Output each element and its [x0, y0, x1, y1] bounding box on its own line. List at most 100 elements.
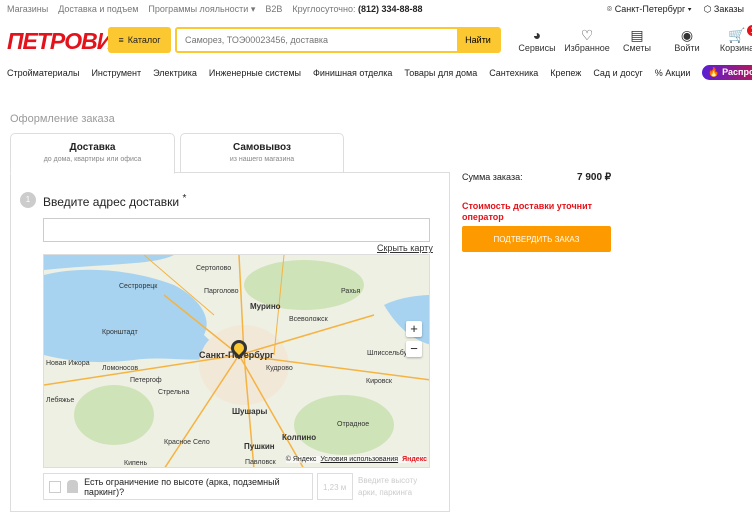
zoom-in-button[interactable]: + [406, 321, 422, 337]
map-label: Отрадное [337, 421, 370, 428]
map-label: Пушкин [244, 442, 275, 451]
map-labels: Сестрорецк Сертолово Парголово Мурино Вс… [44, 255, 429, 467]
arch-icon [66, 480, 79, 493]
height-input[interactable]: 1,23 м [317, 473, 353, 500]
search-button[interactable]: Найти [457, 29, 499, 51]
document-icon: ▤ [630, 27, 644, 43]
map-label: Кипень [124, 460, 148, 467]
map-label: Новая Ижора [46, 360, 90, 367]
step-title: Введите адрес доставки * [43, 193, 186, 209]
nav-item[interactable]: Сантехника [489, 68, 538, 78]
map-label: Павловск [245, 459, 276, 466]
height-hint: Введите высоту арки, паркинга [358, 476, 418, 497]
map-label: Петергоф [130, 377, 162, 384]
nav-item[interactable]: Сад и досуг [593, 68, 642, 78]
phone-label: Круглосуточно: [292, 4, 356, 14]
nav-item[interactable]: Крепеж [550, 68, 581, 78]
favorites-button[interactable]: ♡ Избранное [562, 27, 612, 53]
order-sum-label: Сумма заказа: [462, 172, 523, 182]
search-input[interactable] [177, 29, 457, 51]
map-label: Сертолово [196, 265, 232, 272]
nav-item[interactable]: Финишная отделка [313, 68, 392, 78]
height-limit-checkbox[interactable] [49, 480, 61, 493]
map-label: Кудрово [266, 365, 293, 372]
estimates-button[interactable]: ▤ Сметы [612, 27, 662, 53]
map-label: Лебяжье [46, 397, 75, 404]
map-label: Красное Село [164, 439, 210, 446]
link-stores[interactable]: Магазины [7, 4, 48, 15]
search-bar: Найти [175, 27, 501, 53]
favorites-label: Избранное [564, 43, 610, 53]
map-label: Сестрорецк [119, 283, 158, 290]
yandex-logo[interactable]: Яндекс [402, 456, 427, 463]
delivery-cost-warning: Стоимость доставки уточнит оператор [462, 201, 593, 222]
city-selector[interactable]: ⌾ Санкт-Петербург ▾ [607, 4, 692, 15]
map[interactable]: Сестрорецк Сертолово Парголово Мурино Вс… [43, 254, 430, 468]
nav-item[interactable]: Инструмент [91, 68, 141, 78]
address-input[interactable] [43, 218, 430, 242]
phone-number[interactable]: (812) 334-88-88 [358, 4, 423, 14]
cart-icon: 🛒 [728, 27, 746, 43]
orders-link[interactable]: ⬡ Заказы [704, 4, 744, 15]
services-label: Сервисы [518, 43, 556, 53]
nav-item[interactable]: Электрика [153, 68, 197, 78]
nav-item[interactable]: Товары для дома [404, 68, 477, 78]
map-label: Кировск [366, 378, 392, 385]
tab-label: Доставка [69, 142, 116, 153]
link-delivery[interactable]: Доставка и подъем [58, 4, 138, 15]
cart-badge: 1 [747, 25, 752, 36]
map-terms-link[interactable]: Условия использования [320, 456, 398, 463]
services-button[interactable]: ◕ Сервисы [512, 27, 562, 53]
map-attribution: © Яндекс Условия использования Яндекс [285, 456, 427, 463]
page-title: Оформление заказа [10, 113, 115, 125]
top-links: Магазины Доставка и подъем Программы лоя… [7, 4, 423, 15]
globe-icon: ◕ [532, 27, 542, 43]
sale-button[interactable]: 🔥 Распродажа [702, 65, 752, 80]
nav-item[interactable]: Инженерные системы [209, 68, 301, 78]
order-sum-value: 7 900 ₽ [577, 172, 612, 183]
zoom-out-button[interactable]: − [406, 341, 422, 357]
menu-icon: ≡ [118, 35, 124, 45]
height-limit-option[interactable]: Есть ограничение по высоте (арка, подзем… [43, 473, 313, 500]
catalog-label: Каталог [127, 35, 161, 45]
step-number: 1 [20, 192, 36, 208]
tab-label: Самовывоз [233, 142, 291, 153]
tab-pickup[interactable]: Самовывоз из нашего магазина [180, 133, 344, 173]
tab-delivery[interactable]: Доставка до дома, квартиры или офиса [10, 133, 175, 174]
orders-label: Заказы [713, 4, 744, 14]
map-label: Ломоносов [102, 365, 139, 372]
heart-icon: ♡ [580, 27, 594, 43]
cart-label: Корзина [719, 43, 752, 53]
map-label: Кронштадт [102, 329, 138, 336]
city-label: Санкт-Петербург ▾ [614, 4, 692, 14]
nav-item[interactable]: Стройматериалы [7, 68, 79, 78]
category-nav: Стройматериалы Инструмент Электрика Инже… [7, 65, 752, 80]
map-copyright: © Яндекс [285, 456, 317, 463]
map-label: Парголово [204, 288, 239, 295]
map-label: Стрельна [158, 389, 190, 396]
catalog-button[interactable]: ≡ Каталог [108, 27, 171, 53]
map-label: Мурино [250, 302, 281, 311]
cart-button[interactable]: 🛒Корзина 1 [712, 25, 752, 53]
required-mark: * [182, 193, 187, 204]
user-icon: ◉ [680, 27, 694, 43]
step-title-text: Введите адрес доставки [43, 195, 180, 209]
hide-map-link[interactable]: Скрыть карту [377, 243, 433, 253]
nav-item-promo[interactable]: % Акции [655, 68, 691, 78]
map-label: Рахья [341, 288, 361, 295]
tab-sub: до дома, квартиры или офиса [43, 156, 142, 163]
tab-sub: из нашего магазина [229, 156, 295, 163]
link-b2b[interactable]: B2B [265, 4, 282, 15]
header-icons: ◕ Сервисы ♡ Избранное ▤ Сметы ◉ Войти 🛒 Корзи… [512, 25, 752, 53]
map-label: Шушары [232, 407, 268, 416]
estimates-label: Сметы [623, 43, 651, 53]
map-label: Колпино [282, 433, 317, 442]
height-question: Есть ограничение по высоте (арка, подзем… [84, 476, 280, 497]
top-right: ⌾ Санкт-Петербург ▾ ⬡ Заказы [607, 4, 744, 15]
phone: Круглосуточно: (812) 334-88-88 [292, 4, 422, 15]
confirm-order-button[interactable]: ПОДТВЕРДИТЬ ЗАКАЗ [462, 226, 611, 252]
link-loyalty[interactable]: Программы лояльности ▾ [148, 4, 255, 15]
map-label: Всеволожск [289, 316, 328, 323]
login-button[interactable]: ◉ Войти [662, 27, 712, 53]
login-label: Войти [674, 43, 700, 53]
